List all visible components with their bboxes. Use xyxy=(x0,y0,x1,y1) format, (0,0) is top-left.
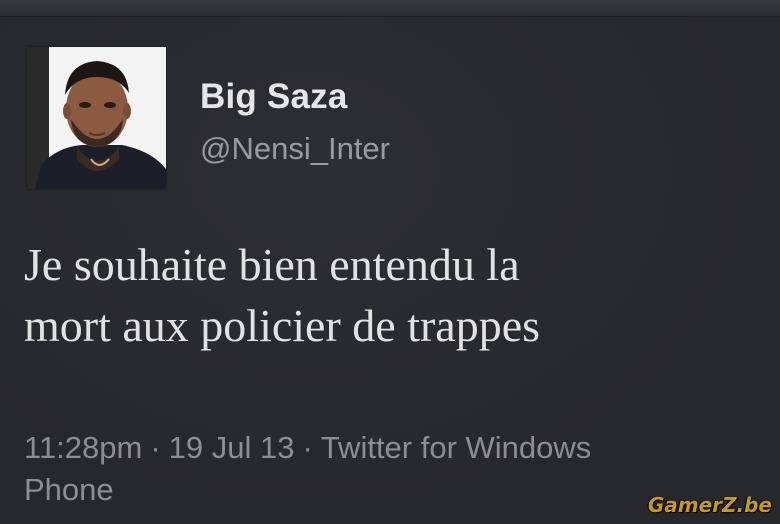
tweet-client-line-1[interactable]: Twitter for Windows xyxy=(321,430,591,465)
tweet-text-line-2: mort aux policier de trappes xyxy=(24,300,541,351)
watermark: GamerZ.be xyxy=(647,493,772,517)
avatar[interactable] xyxy=(27,47,166,189)
user-handle[interactable]: @Nensi_Inter xyxy=(200,131,390,167)
meta-separator-2: · xyxy=(302,430,313,465)
tweet-meta: 11:28pm · 19 Jul 13 · Twitter for Windows Pho… xyxy=(24,427,724,511)
tweet-card: Big Saza @Nensi_Inter Je souhaite bien e… xyxy=(0,17,780,524)
avatar-image xyxy=(27,47,166,189)
tweet-client-line-2[interactable]: Phone xyxy=(24,472,114,507)
tweet-text-line-1: Je souhaite bien entendu la xyxy=(24,239,520,290)
meta-separator-1: · xyxy=(150,430,161,465)
display-name[interactable]: Big Saza xyxy=(200,77,347,117)
tweet-time[interactable]: 11:28pm xyxy=(24,430,142,465)
tweet-text: Je souhaite bien entendu la mort aux poli… xyxy=(24,234,764,356)
top-bar xyxy=(0,0,780,17)
tweet-date[interactable]: 19 Jul 13 xyxy=(169,430,295,465)
tweet-page: Big Saza @Nensi_Inter Je souhaite bien e… xyxy=(0,0,780,524)
